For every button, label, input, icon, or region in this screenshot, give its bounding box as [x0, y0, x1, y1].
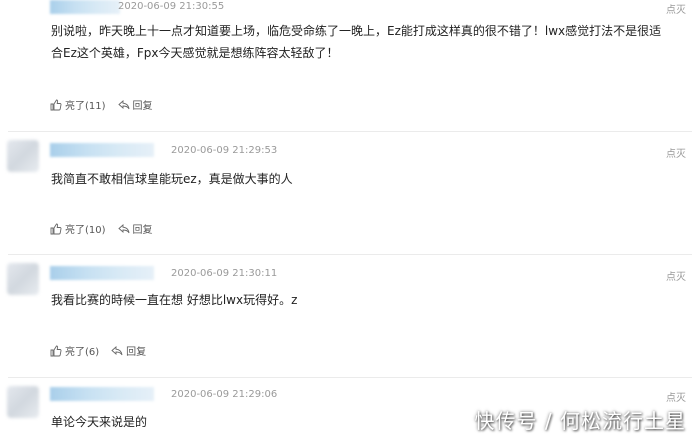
username-blurred[interactable] — [50, 0, 120, 14]
comment-text: 别说啦，昨天晚上十一点才知道要上场，临危受命练了一晚上，Ez能打成这样真的很不错… — [51, 24, 662, 60]
comment-timestamp: 2020-06-09 21:30:11 — [171, 268, 278, 279]
avatar[interactable] — [7, 263, 39, 295]
username-blurred[interactable] — [50, 387, 154, 401]
username-blurred[interactable] — [50, 266, 154, 280]
comment-actions: 亮了(10) 回复 — [50, 221, 165, 236]
reply-label: 回复 — [132, 225, 153, 236]
like-count-label: 亮了(6) — [65, 347, 100, 358]
report-link[interactable]: 点灭 — [666, 1, 686, 16]
comment-separator — [8, 131, 692, 132]
thumbs-up-icon — [50, 99, 62, 110]
like-button[interactable]: 亮了(11) — [50, 97, 106, 112]
reply-icon — [117, 99, 129, 109]
report-link[interactable]: 点灭 — [666, 389, 686, 404]
comment-separator — [8, 254, 692, 255]
reply-label: 回复 — [126, 347, 147, 358]
watermark: 快传号 / 何松流行土星 — [474, 409, 686, 433]
reply-label: 回复 — [132, 101, 153, 112]
comment-text: 我简直不敢相信球皇能玩ez，真是做大事的人 — [51, 172, 293, 186]
comment-timestamp: 2020-06-09 21:30:55 — [118, 1, 225, 12]
comment-separator — [8, 377, 692, 378]
report-link[interactable]: 点灭 — [666, 268, 686, 283]
like-button[interactable]: 亮了(6) — [50, 343, 99, 358]
comment-actions: 亮了(11) 回复 — [50, 97, 165, 112]
report-link[interactable]: 点灭 — [666, 145, 686, 160]
reply-icon — [117, 223, 129, 233]
comment-timestamp: 2020-06-09 21:29:06 — [171, 389, 278, 400]
thumbs-up-icon — [50, 345, 62, 356]
comment-timestamp: 2020-06-09 21:29:53 — [171, 145, 278, 156]
reply-button[interactable]: 回复 — [117, 97, 153, 112]
reply-button[interactable]: 回复 — [111, 343, 146, 358]
like-count-label: 亮了(11) — [65, 101, 106, 112]
like-count-label: 亮了(10) — [65, 225, 106, 236]
comment-text: 我看比赛的時候一直在想 好想比lwx玩得好。z — [51, 293, 298, 307]
reply-button[interactable]: 回复 — [117, 221, 153, 236]
thumbs-up-icon — [50, 223, 62, 234]
like-button[interactable]: 亮了(10) — [50, 221, 106, 236]
username-blurred[interactable] — [50, 143, 154, 157]
comment-actions: 亮了(6) 回复 — [50, 343, 158, 358]
reply-icon — [111, 345, 123, 355]
avatar[interactable] — [7, 140, 39, 172]
avatar[interactable] — [7, 386, 39, 418]
